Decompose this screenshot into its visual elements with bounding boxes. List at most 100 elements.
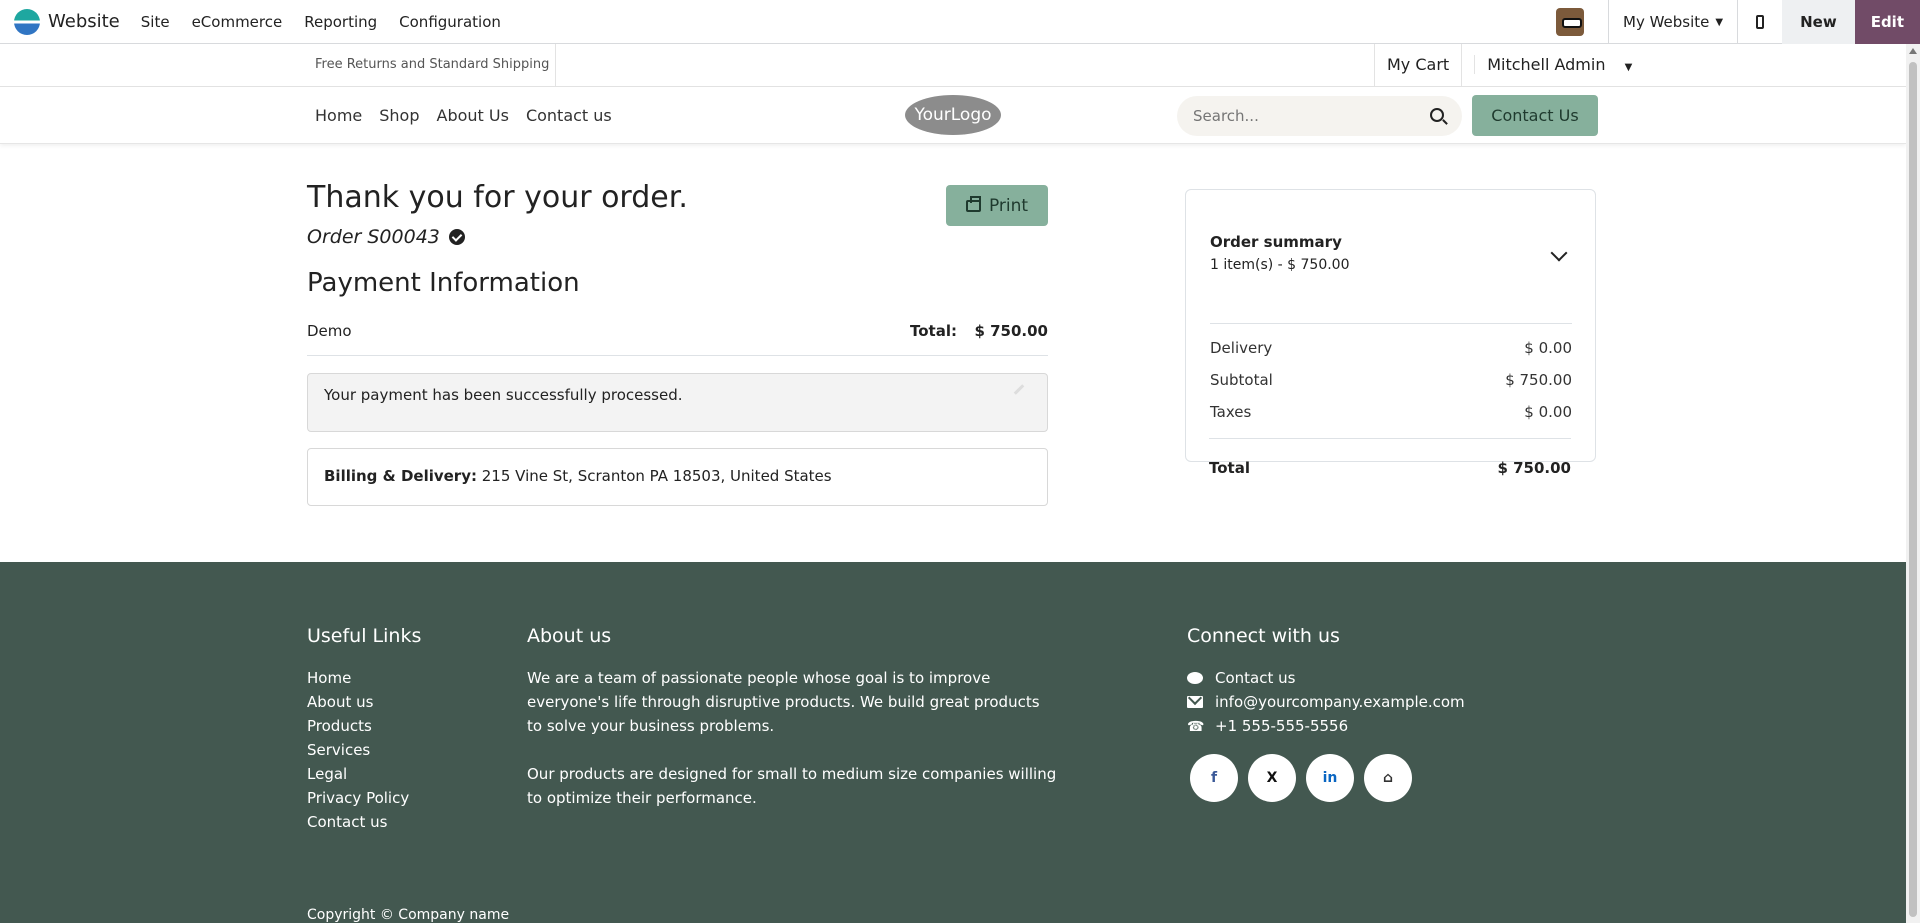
envelope-icon	[1187, 696, 1203, 708]
summary-row-label: Taxes	[1210, 403, 1252, 421]
useful-links-list: Home About us Products Services Legal Pr…	[307, 666, 409, 834]
summary-row-label: Delivery	[1210, 339, 1273, 357]
summary-row-value: $ 0.00	[1524, 403, 1572, 421]
billing-label: Billing & Delivery:	[324, 467, 477, 485]
admin-bar: Website Site eCommerce Reporting Configu…	[0, 0, 1920, 44]
phone-icon	[1187, 715, 1204, 739]
about-paragraph: Our products are designed for small to m…	[527, 765, 1057, 807]
billing-info: Billing & Delivery: 215 Vine St, Scranto…	[324, 467, 832, 485]
summary-row-taxes: Taxes $ 0.00	[1210, 403, 1572, 421]
scroll-up-arrow-icon[interactable]	[1909, 48, 1917, 54]
mobile-preview-button[interactable]	[1737, 0, 1782, 44]
payment-method: Demo	[307, 322, 352, 340]
site-logo[interactable]: YourLogo	[905, 95, 1001, 135]
useful-links-heading: Useful Links	[307, 625, 422, 647]
page-title: Thank you for your order.	[307, 180, 688, 215]
facebook-icon[interactable]: f	[1190, 754, 1238, 802]
nav-contact-us[interactable]: Contact us	[526, 106, 612, 125]
about-paragraph: We are a team of passionate people whose…	[527, 669, 1040, 735]
billing-address: 215 Vine St, Scranton PA 18503, United S…	[476, 467, 832, 485]
menu-ecommerce[interactable]: eCommerce	[181, 13, 294, 31]
user-avatar[interactable]	[1556, 8, 1585, 36]
phone-item[interactable]: +1 555-555-5556	[1187, 714, 1465, 739]
contact-item[interactable]: Contact us	[1187, 666, 1465, 690]
my-cart-link[interactable]: My Cart	[1374, 44, 1461, 86]
footer-link-legal[interactable]: Legal	[307, 762, 409, 786]
about-heading: About us	[527, 625, 612, 647]
user-avatar-wrap[interactable]	[1556, 0, 1608, 44]
user-name: Mitchell Admin	[1474, 55, 1618, 74]
summary-row-subtotal: Subtotal $ 750.00	[1210, 371, 1572, 389]
summary-row-value: $ 750.00	[1505, 371, 1572, 389]
phone-link[interactable]: +1 555-555-5556	[1215, 714, 1348, 738]
about-text: We are a team of passionate people whose…	[527, 666, 1057, 810]
comment-icon	[1187, 672, 1203, 684]
search-box	[1177, 96, 1462, 136]
search-input[interactable]	[1193, 96, 1413, 136]
linkedin-icon[interactable]: in	[1306, 754, 1354, 802]
admin-right-actions: My Website ▼ New Edit	[1556, 0, 1920, 44]
scrollbar-thumb[interactable]	[1909, 62, 1917, 917]
x-icon[interactable]: X	[1248, 754, 1296, 802]
footer-link-about-us[interactable]: About us	[307, 690, 409, 714]
menu-reporting[interactable]: Reporting	[293, 13, 388, 31]
print-button[interactable]: Print	[946, 185, 1048, 226]
connect-heading: Connect with us	[1187, 625, 1340, 647]
contact-us-button[interactable]: Contact Us	[1472, 95, 1598, 136]
payment-status-alert: Your payment has been successfully proce…	[307, 373, 1048, 432]
pencil-icon	[1013, 384, 1025, 395]
main-navbar: Home Shop About Us Contact us YourLogo C…	[0, 87, 1906, 144]
caret-down-icon: ▼	[1624, 62, 1633, 73]
order-confirmation: Thank you for your order. Order S00043 P…	[0, 145, 1906, 562]
contact-link[interactable]: Contact us	[1215, 666, 1295, 690]
copyright: Copyright © Company name	[307, 907, 510, 923]
footer-link-contact-us[interactable]: Contact us	[307, 810, 409, 834]
summary-title: Order summary	[1210, 233, 1342, 251]
order-summary-card: Order summary 1 item(s) - $ 750.00 Deliv…	[1185, 189, 1596, 462]
payment-total-value: $ 750.00	[974, 322, 1048, 340]
promo-text: Free Returns and Standard Shipping	[315, 44, 557, 86]
chevron-down-icon[interactable]	[1550, 244, 1568, 262]
footer-link-home[interactable]: Home	[307, 666, 409, 690]
footer-link-products[interactable]: Products	[307, 714, 409, 738]
edit-button[interactable]: Edit	[1854, 0, 1920, 44]
website-app-icon	[14, 8, 40, 35]
search-icon[interactable]	[1430, 108, 1444, 122]
menu-site[interactable]: Site	[130, 13, 181, 31]
summary-row-label: Subtotal	[1210, 371, 1273, 389]
user-menu[interactable]: Mitchell Admin ▼	[1461, 44, 1644, 86]
caret-down-icon: ▼	[1715, 16, 1724, 28]
website-selector[interactable]: My Website ▼	[1608, 0, 1737, 44]
page-scrollbar[interactable]	[1906, 44, 1920, 923]
summary-subtitle: 1 item(s) - $ 750.00	[1210, 257, 1350, 273]
order-number: Order S00043	[307, 226, 440, 248]
payment-heading: Payment Information	[307, 268, 580, 298]
nav-shop[interactable]: Shop	[379, 106, 419, 125]
home-icon[interactable]: ⌂	[1364, 754, 1412, 802]
header-user-area: My Cart Mitchell Admin ▼	[1374, 44, 1644, 86]
nav-home[interactable]: Home	[315, 106, 362, 125]
nav-about-us[interactable]: About Us	[437, 106, 509, 125]
billing-card: Billing & Delivery: 215 Vine St, Scranto…	[307, 448, 1048, 506]
website-selector-label: My Website	[1623, 13, 1710, 31]
header-top-strip: Free Returns and Standard Shipping My Ca…	[0, 44, 1906, 87]
admin-menu: Site eCommerce Reporting Configuration	[130, 13, 512, 31]
app-name: Website	[48, 11, 120, 32]
print-label: Print	[988, 195, 1029, 216]
footer-link-privacy-policy[interactable]: Privacy Policy	[307, 786, 409, 810]
nav-links: Home Shop About Us Contact us	[315, 87, 629, 143]
app-brand[interactable]: Website	[0, 0, 120, 43]
summary-row-value: $ 0.00	[1524, 339, 1572, 357]
new-button[interactable]: New	[1782, 0, 1855, 44]
print-icon	[965, 195, 981, 212]
social-links: f X in ⌂	[1190, 754, 1422, 802]
menu-configuration[interactable]: Configuration	[388, 13, 512, 31]
check-circle-icon	[448, 229, 465, 245]
email-item[interactable]: info@yourcompany.example.com	[1187, 690, 1465, 714]
payment-row: Demo Total: $ 750.00	[307, 322, 1048, 356]
footer-link-services[interactable]: Services	[307, 738, 409, 762]
contact-list: Contact us info@yourcompany.example.com …	[1187, 666, 1465, 739]
divider	[1210, 323, 1572, 324]
email-link[interactable]: info@yourcompany.example.com	[1215, 690, 1465, 714]
order-reference: Order S00043	[307, 226, 465, 248]
